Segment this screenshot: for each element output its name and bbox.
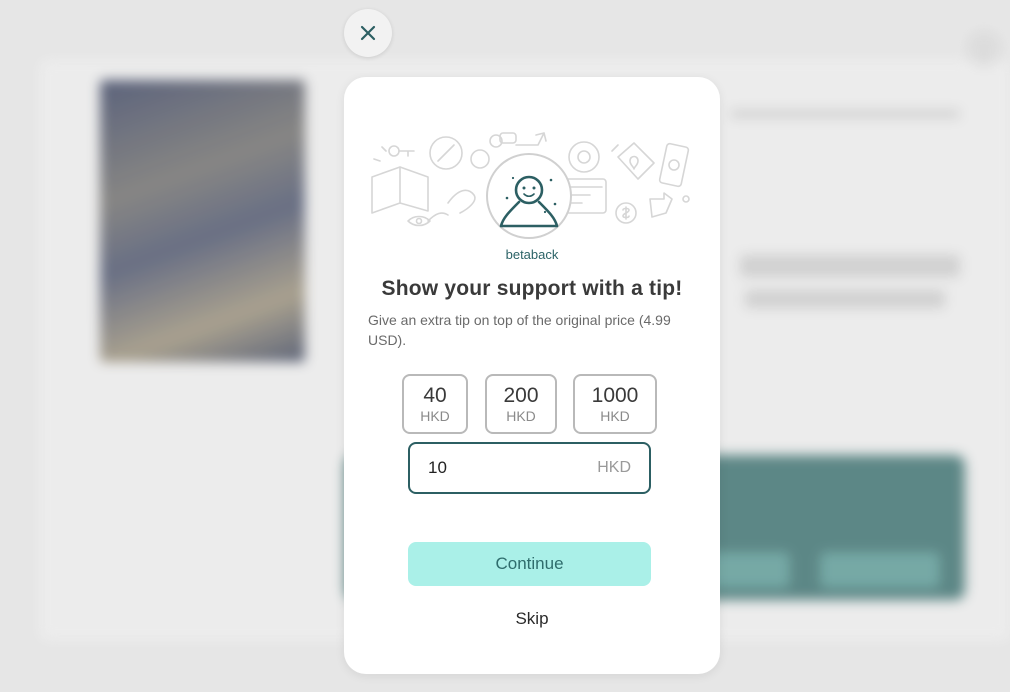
- tip-amount: 1000: [591, 384, 639, 407]
- tip-currency: HKD: [506, 408, 536, 424]
- tip-currency: HKD: [420, 408, 450, 424]
- user-avatar-icon: [486, 153, 572, 239]
- tip-option-40[interactable]: 40 HKD: [402, 374, 468, 434]
- dialog-title: Show your support with a tip!: [381, 277, 683, 300]
- close-button[interactable]: [344, 9, 392, 57]
- close-icon: [360, 25, 376, 41]
- tip-amount: 40: [423, 384, 447, 407]
- background-text-line: [730, 110, 960, 118]
- background-button: [820, 552, 940, 588]
- creator-name[interactable]: betaback: [344, 247, 720, 262]
- tip-dialog: betaback Show your support with a tip! G…: [344, 77, 720, 674]
- dialog-description: Give an extra tip on top of the original…: [368, 312, 671, 348]
- custom-tip-value[interactable]: 10: [428, 458, 597, 478]
- background-avatar: [966, 30, 1002, 66]
- background-text-line: [740, 255, 960, 277]
- tip-option-200[interactable]: 200 HKD: [485, 374, 557, 434]
- background-book-cover: [100, 80, 305, 362]
- tip-option-1000[interactable]: 1000 HKD: [573, 374, 657, 434]
- skip-button[interactable]: Skip: [344, 609, 720, 629]
- custom-tip-input[interactable]: 10 HKD: [408, 442, 651, 494]
- continue-button[interactable]: Continue: [408, 542, 651, 586]
- custom-tip-currency: HKD: [597, 459, 631, 476]
- tip-amount: 200: [503, 384, 539, 407]
- tip-options: 40 HKD 200 HKD 1000 HKD: [402, 374, 662, 434]
- background-text-line: [745, 290, 945, 308]
- tip-currency: HKD: [600, 408, 630, 424]
